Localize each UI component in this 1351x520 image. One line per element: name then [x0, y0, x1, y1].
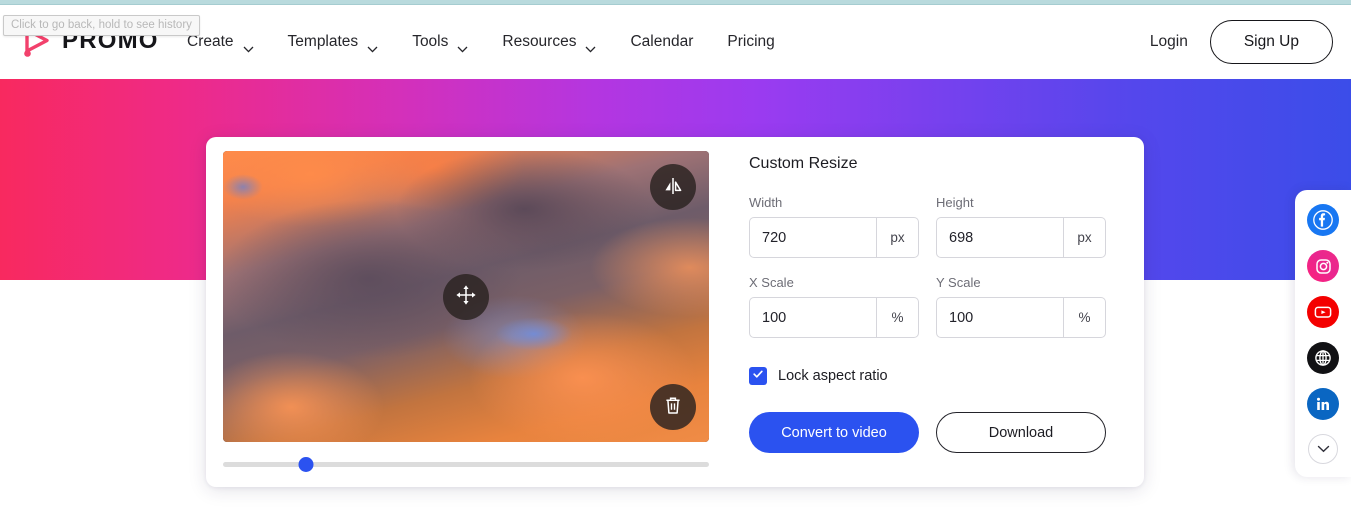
- nav-label: Pricing: [727, 33, 775, 50]
- download-button[interactable]: Download: [936, 412, 1106, 453]
- width-unit: px: [876, 218, 918, 257]
- linkedin-icon[interactable]: [1307, 388, 1339, 420]
- height-label: Height: [936, 195, 974, 210]
- nav-item-resources[interactable]: Resources: [485, 33, 613, 53]
- facebook-icon[interactable]: [1307, 204, 1339, 236]
- y-scale-input-group[interactable]: %: [936, 297, 1106, 338]
- nav-item-calendar[interactable]: Calendar: [613, 33, 710, 51]
- site-navbar: PROMO Create Templates Tools Resources C…: [0, 5, 1351, 79]
- move-arrows-icon: [455, 284, 477, 309]
- nav-label: Resources: [502, 33, 577, 50]
- chevron-down-icon: [367, 40, 378, 53]
- y-scale-input[interactable]: [937, 298, 1063, 337]
- chevron-down-icon: [457, 40, 468, 53]
- chevron-down-icon: [585, 40, 596, 53]
- nav-item-pricing[interactable]: Pricing: [710, 33, 791, 51]
- scale-fields-row: X Scale % Y Scale %: [749, 275, 1109, 338]
- timeline-slider[interactable]: [223, 446, 709, 484]
- lock-aspect-label[interactable]: Lock aspect ratio: [778, 368, 888, 384]
- height-field: Height px: [936, 195, 1106, 258]
- preview-column: [223, 151, 710, 484]
- globe-icon[interactable]: [1307, 342, 1339, 374]
- lock-aspect-checkbox[interactable]: [749, 367, 767, 385]
- flip-horizontal-icon: [662, 175, 684, 200]
- x-scale-input[interactable]: [750, 298, 876, 337]
- move-button[interactable]: [443, 273, 489, 320]
- flip-horizontal-button[interactable]: [650, 164, 696, 210]
- width-field: Width px: [749, 195, 919, 258]
- y-scale-unit: %: [1063, 298, 1105, 337]
- custom-resize-card: Custom Resize Width px Height px: [206, 137, 1144, 487]
- social-share-rail: [1295, 190, 1351, 477]
- height-input[interactable]: [937, 218, 1063, 257]
- slider-track[interactable]: [223, 462, 709, 467]
- youtube-icon[interactable]: [1307, 296, 1339, 328]
- x-scale-input-group[interactable]: %: [749, 297, 919, 338]
- back-button-tooltip: Click to go back, hold to see history: [3, 15, 200, 36]
- action-buttons: Convert to video Download: [749, 412, 1109, 453]
- width-label: Width: [749, 195, 783, 210]
- media-preview[interactable]: [223, 151, 709, 442]
- sky-patch: [495, 316, 574, 351]
- sky-patch: [223, 174, 263, 201]
- collapse-rail-button[interactable]: [1308, 434, 1338, 464]
- resize-form: Custom Resize Width px Height px: [749, 155, 1109, 453]
- login-link[interactable]: Login: [1150, 33, 1188, 51]
- nav-label: Calendar: [630, 33, 694, 50]
- slider-thumb[interactable]: [298, 457, 314, 472]
- trash-icon: [663, 395, 683, 419]
- height-unit: px: [1063, 218, 1105, 257]
- chevron-down-icon: [243, 40, 254, 53]
- convert-to-video-button[interactable]: Convert to video: [749, 412, 919, 453]
- delete-button[interactable]: [650, 384, 696, 430]
- nav-label: Tools: [412, 33, 449, 50]
- x-scale-unit: %: [876, 298, 918, 337]
- width-input-group[interactable]: px: [749, 217, 919, 258]
- height-input-group[interactable]: px: [936, 217, 1106, 258]
- nav-item-tools[interactable]: Tools: [395, 33, 485, 53]
- page-root: PROMO Create Templates Tools Resources C…: [0, 0, 1351, 520]
- nav-label: Templates: [287, 33, 359, 50]
- x-scale-field: X Scale %: [749, 275, 919, 338]
- y-scale-label: Y Scale: [936, 275, 981, 290]
- x-scale-label: X Scale: [749, 275, 794, 290]
- chevron-down-icon: [1317, 440, 1330, 458]
- size-fields-row: Width px Height px: [749, 195, 1109, 258]
- check-icon: [752, 367, 764, 385]
- width-input[interactable]: [750, 218, 876, 257]
- nav-item-templates[interactable]: Templates: [271, 33, 396, 53]
- instagram-icon[interactable]: [1307, 250, 1339, 282]
- signup-button[interactable]: Sign Up: [1209, 20, 1333, 64]
- primary-nav: Create Templates Tools Resources Calenda…: [170, 5, 792, 79]
- panel-title: Custom Resize: [749, 155, 858, 172]
- nav-actions: Login Sign Up: [1150, 5, 1333, 79]
- y-scale-field: Y Scale %: [936, 275, 1106, 338]
- lock-aspect-row: Lock aspect ratio: [749, 367, 1109, 385]
